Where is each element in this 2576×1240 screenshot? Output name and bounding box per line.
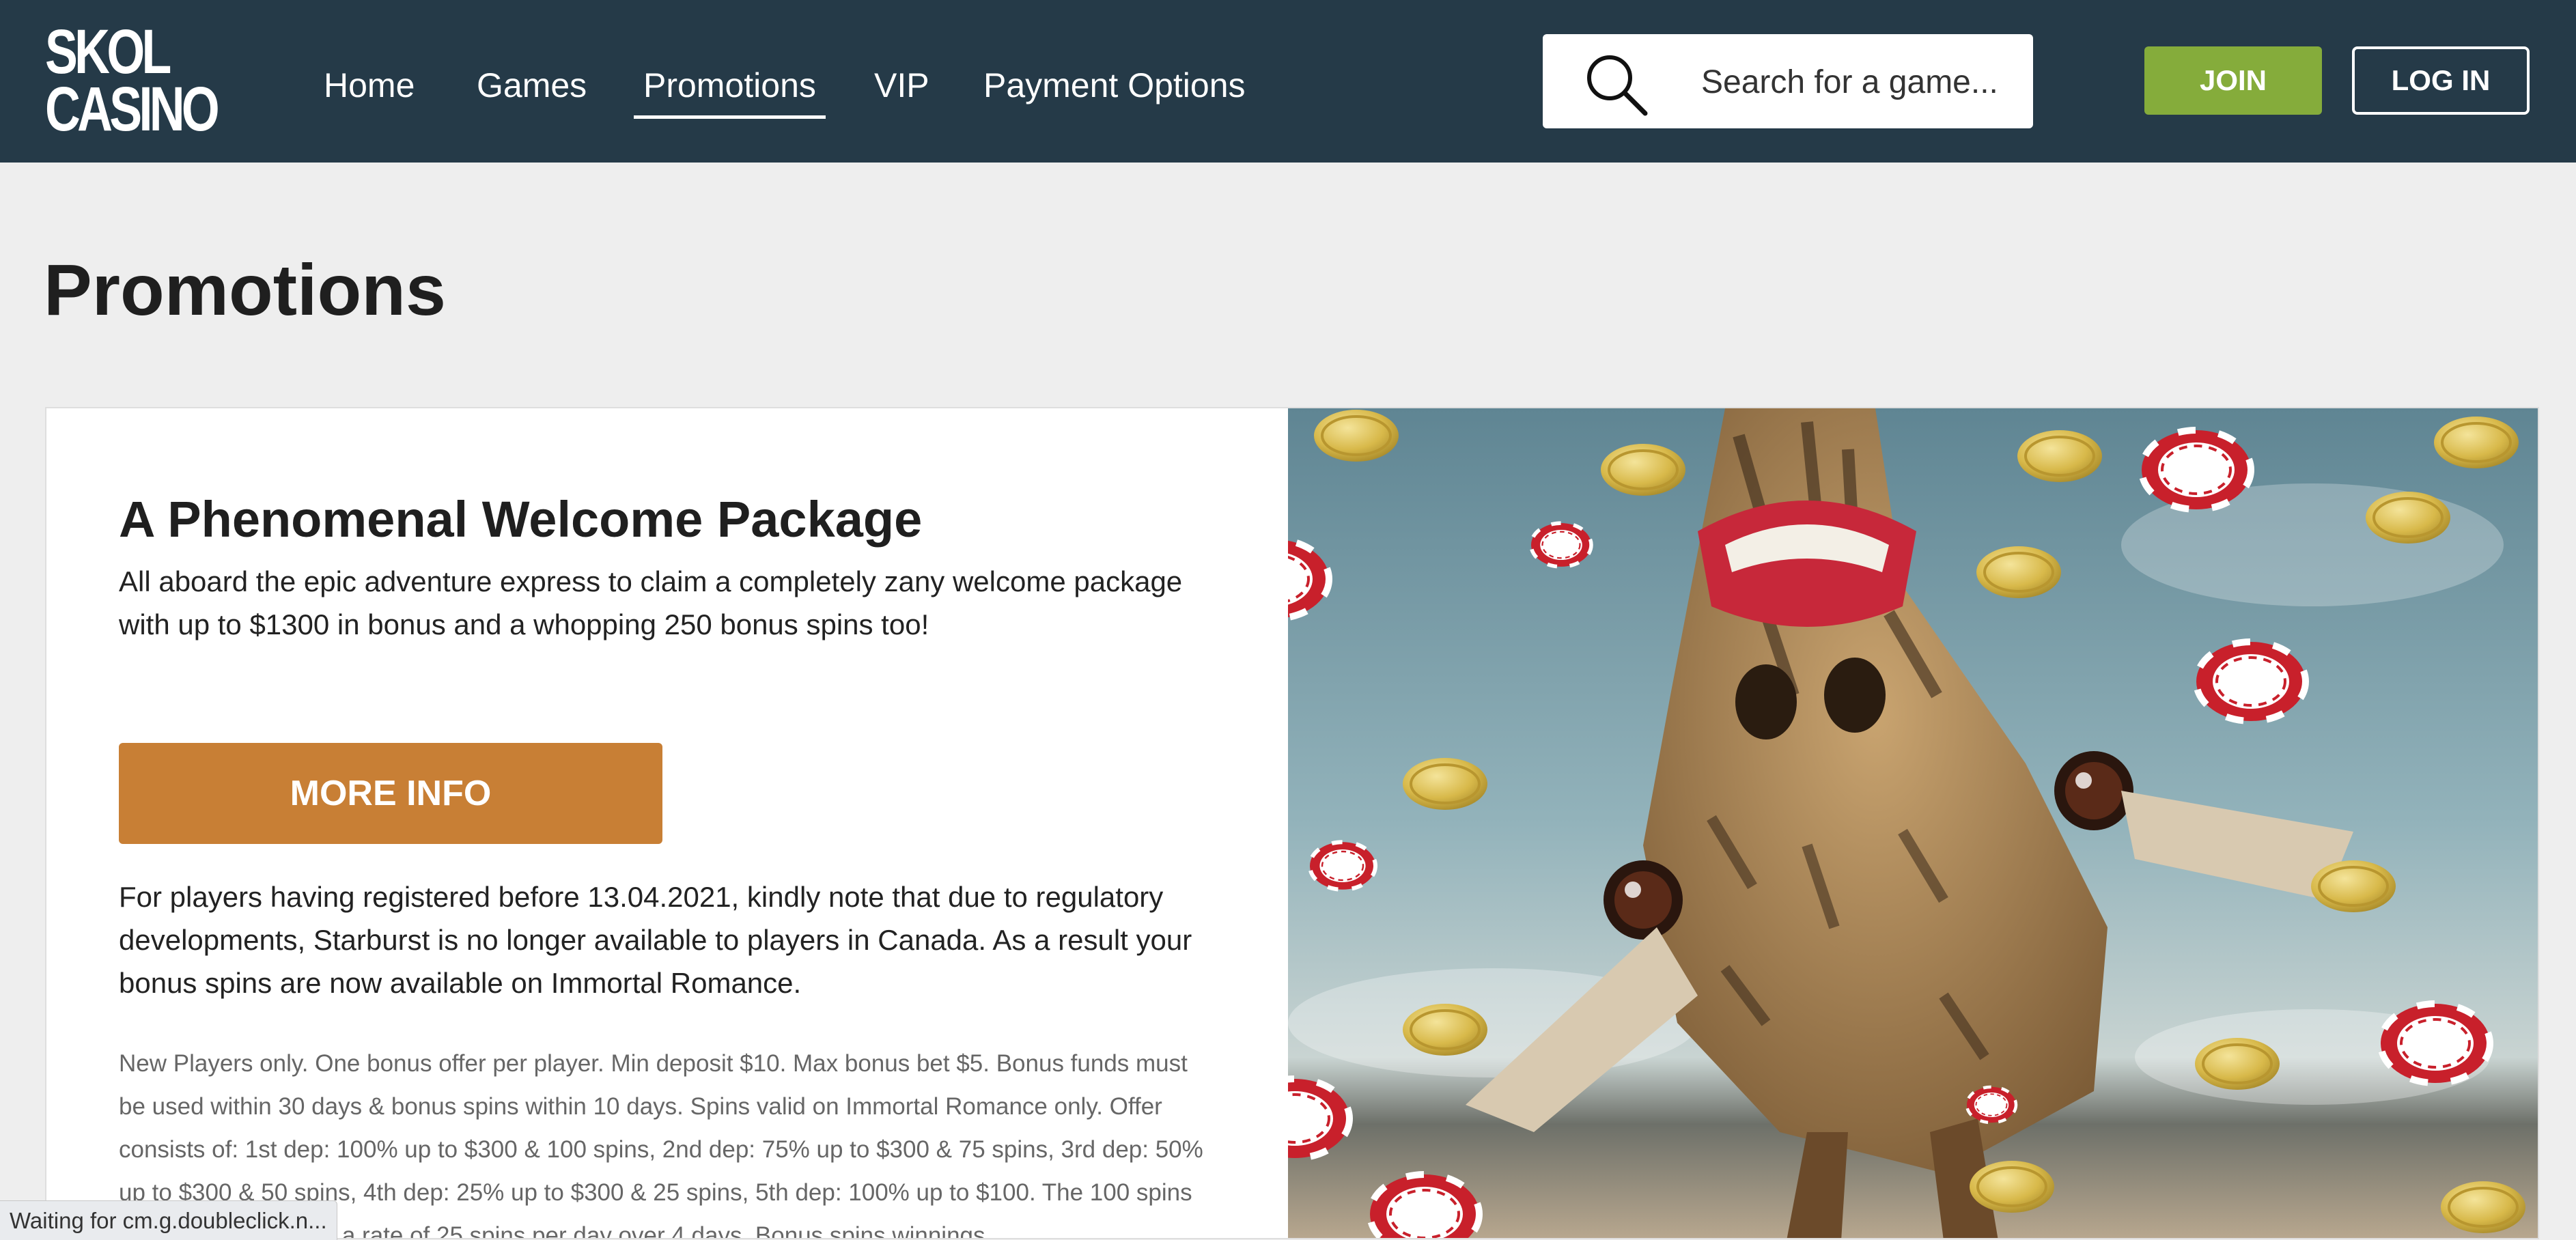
promo-title: A Phenomenal Welcome Package — [119, 491, 923, 548]
page-title: Promotions — [44, 250, 446, 330]
more-info-button[interactable]: MORE INFO — [119, 743, 662, 844]
search-box[interactable] — [1543, 34, 2033, 130]
promo-card: A Phenomenal Welcome Package All aboard … — [45, 407, 2539, 1239]
logo-line-1: SKOL — [45, 17, 171, 87]
nav-item-promotions[interactable]: Promotions — [634, 61, 826, 119]
browser-status-bar: Waiting for cm.g.doubleclick.n... — [0, 1200, 337, 1240]
skol-casino-logo[interactable]: SKOL CASINO — [45, 17, 220, 141]
join-button[interactable]: JOIN — [2144, 46, 2322, 115]
nav-item-home[interactable]: Home — [324, 61, 415, 109]
nav-item-payment-options[interactable]: Payment Options — [983, 61, 1246, 109]
nav-item-games[interactable]: Games — [477, 61, 587, 109]
promo-hero-image — [1288, 408, 2538, 1238]
login-button[interactable]: LOG IN — [2352, 46, 2530, 115]
promo-regulatory-note: For players having registered before 13.… — [119, 881, 1192, 999]
top-navigation-bar: SKOL CASINO Home Games Promotions VIP Pa… — [0, 0, 2576, 163]
search-icon[interactable] — [1582, 51, 1651, 119]
promo-description: All aboard the epic adventure express to… — [119, 565, 1183, 640]
nav-item-vip[interactable]: VIP — [874, 61, 929, 109]
search-input[interactable] — [1700, 34, 2024, 130]
logo-line-2: CASINO — [45, 74, 220, 144]
giraffe-with-chips-illustration — [1288, 408, 2538, 1238]
